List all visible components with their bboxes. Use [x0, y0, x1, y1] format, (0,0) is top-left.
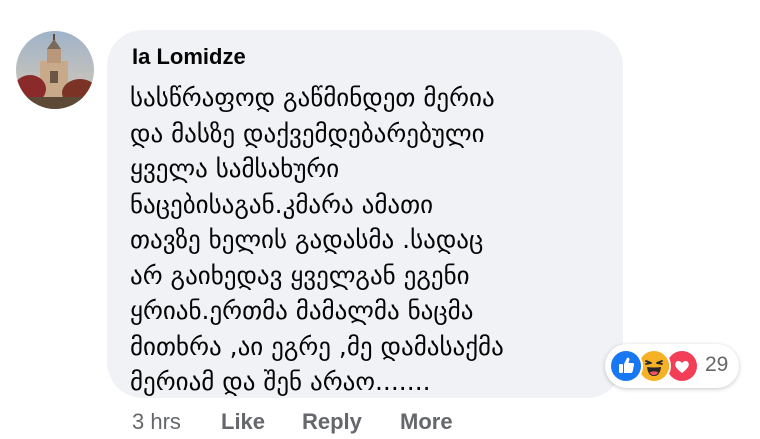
reply-button[interactable]: Reply: [302, 409, 362, 435]
like-button[interactable]: Like: [221, 409, 265, 435]
comment-author-name[interactable]: Ia Lomidze: [132, 44, 246, 70]
like-reaction-icon: [609, 349, 643, 383]
reaction-count: 29: [705, 353, 729, 376]
author-avatar[interactable]: [16, 31, 94, 109]
comment-timestamp[interactable]: 3 hrs: [132, 409, 181, 435]
comment-text: სასწრაფოდ გაწმინდეთ მერია და მასზე დაქვე…: [130, 83, 504, 396]
more-button[interactable]: More: [400, 409, 453, 435]
reactions-summary[interactable]: 29: [605, 344, 739, 388]
